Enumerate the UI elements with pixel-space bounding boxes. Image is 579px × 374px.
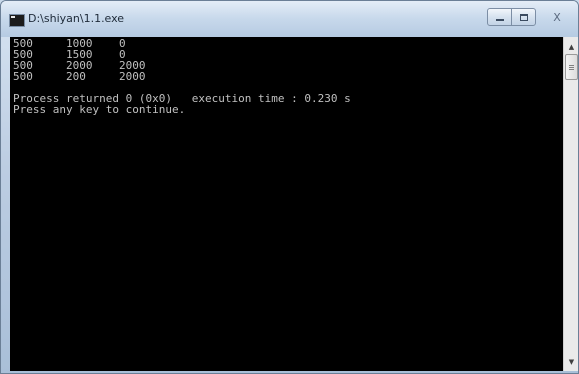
maximize-button[interactable] xyxy=(511,8,536,26)
scrollbar-thumb[interactable] xyxy=(565,54,578,80)
close-icon: X xyxy=(553,10,561,24)
window-title: D:\shiyan\1.1.exe xyxy=(28,12,125,25)
console-app-icon[interactable] xyxy=(9,14,25,27)
minimize-icon xyxy=(495,19,504,21)
console-output-area[interactable]: 500 1000 0 500 1500 0 500 2000 2000 500 200… xyxy=(10,37,563,371)
maximize-icon xyxy=(519,13,528,21)
minimize-button[interactable] xyxy=(487,8,512,26)
console-text: 500 1000 0 500 1500 0 500 2000 2000 500 200… xyxy=(13,38,351,115)
scroll-down-arrow-icon[interactable]: ▼ xyxy=(564,354,578,369)
console-line: Press any key to continue. xyxy=(13,103,186,116)
grip-icon xyxy=(569,64,574,70)
console-line: 500 200 2000 xyxy=(13,70,146,83)
vertical-scrollbar[interactable]: ▲ ▼ xyxy=(563,37,578,371)
title-bar[interactable]: D:\shiyan\1.1.exe X xyxy=(1,1,578,37)
console-window: D:\shiyan\1.1.exe X 500 1000 0 500 1500 0… xyxy=(0,0,579,374)
close-button[interactable]: X xyxy=(541,8,573,26)
scroll-up-arrow-icon[interactable]: ▲ xyxy=(564,39,578,54)
